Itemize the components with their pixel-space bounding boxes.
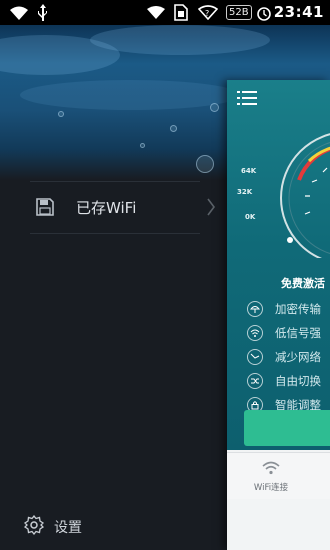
trend-down-icon [247, 349, 263, 365]
shuffle-icon [247, 373, 263, 389]
wifi-icon [261, 460, 281, 479]
feature-item: 自由切换 [247, 371, 330, 391]
gauge-tick-label: 64K [241, 167, 257, 175]
main-panel-header: 64K 32K 0K 免费激活 加密传输 低信号强 减少网络 自由切换 智能调整 [227, 80, 330, 450]
bottom-tab-bar: WiFi连接 [227, 452, 330, 499]
floppy-disk-icon [36, 197, 56, 218]
menu-icon[interactable] [237, 90, 257, 110]
settings-button[interactable]: 设置 [23, 514, 82, 539]
feature-item: 减少网络 [247, 347, 330, 367]
wifi-icon [8, 4, 30, 21]
gauge-tick-label: 32K [237, 188, 253, 196]
activate-button[interactable] [244, 410, 330, 446]
free-activation-title: 免费激活 [281, 277, 325, 290]
battery-badge: 52B [226, 5, 252, 20]
feature-item: 加密传输 [247, 299, 330, 319]
tab-wifi-connect[interactable]: WiFi连接 [245, 460, 297, 493]
umbrella-icon [247, 301, 263, 317]
wifi-question-icon: ? [198, 4, 218, 21]
usb-icon [36, 4, 50, 21]
settings-label: 设置 [54, 520, 82, 536]
tab-wifi-label: WiFi连接 [253, 483, 289, 493]
gauge-tick-label: 0K [245, 213, 256, 221]
speed-gauge [280, 133, 330, 258]
svg-text:?: ? [205, 9, 209, 18]
clock: 23:41 [273, 3, 324, 21]
main-panel: 64K 32K 0K 免费激活 加密传输 低信号强 减少网络 自由切换 智能调整… [227, 80, 330, 550]
feature-item: 低信号强 [247, 323, 330, 343]
chevron-right-icon [206, 198, 216, 220]
alarm-icon [256, 4, 272, 21]
wifi-icon [247, 325, 263, 341]
gear-icon [23, 514, 45, 539]
saved-wifi-item[interactable]: 已存WiFi [30, 181, 215, 234]
wifi-icon [146, 4, 166, 21]
sim-card-icon [174, 4, 188, 21]
status-bar: ? 52B 23:41 [0, 0, 330, 25]
saved-wifi-label: 已存WiFi [76, 199, 137, 217]
